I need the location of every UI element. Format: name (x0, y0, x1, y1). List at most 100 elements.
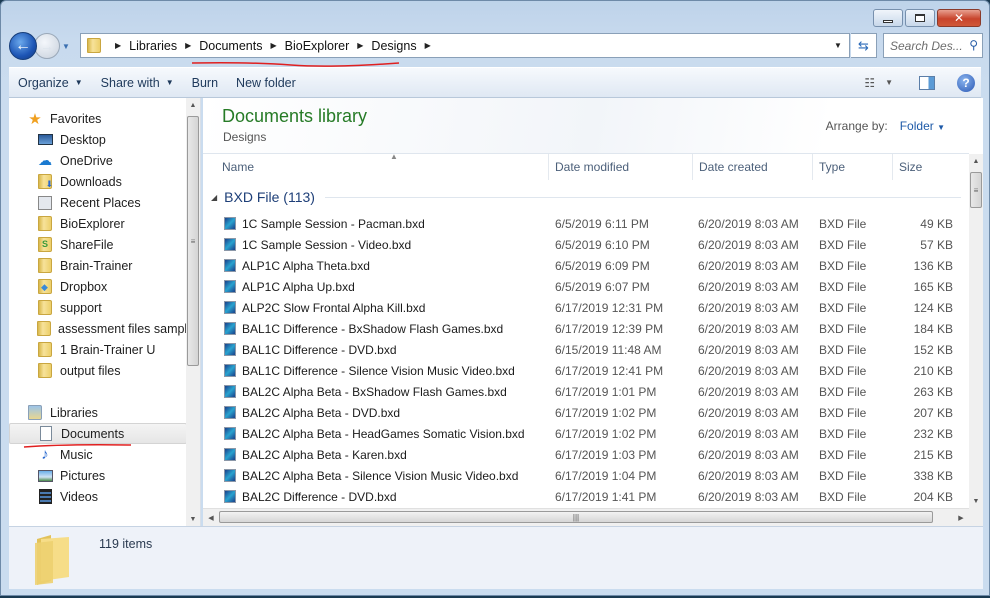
nav-favorite-item[interactable]: Recent Places (37, 192, 187, 213)
file-name: ALP2C Slow Frontal Alpha Kill.bxd (242, 300, 426, 315)
file-row[interactable]: ALP1C Alpha Theta.bxd 6/5/2019 6:09 PM 6/2… (203, 255, 969, 276)
dropdown-arrow-icon: ▼ (937, 123, 945, 132)
forward-arrow-icon: → (40, 38, 54, 54)
breadcrumb-separator-icon[interactable]: ▶ (270, 41, 276, 50)
nav-libraries[interactable]: Libraries (27, 402, 187, 423)
file-row[interactable]: BAL2C Difference - DVD.bxd 6/17/2019 1:41… (203, 486, 969, 507)
breadcrumb-separator-icon[interactable]: ▶ (115, 41, 121, 50)
nav-favorite-item[interactable]: Brain-Trainer (37, 255, 187, 276)
file-row[interactable]: BAL2C Alpha Beta - Silence Vision Music … (203, 465, 969, 486)
breadcrumb-documents[interactable]: Documents (199, 39, 262, 53)
file-date-created: 6/20/2019 8:03 AM (698, 258, 799, 273)
file-name: ALP1C Alpha Up.bxd (242, 279, 355, 294)
nav-favorite-item[interactable]: ⬇ Downloads (37, 171, 187, 192)
search-input[interactable]: Search Des... ⚲ (883, 33, 983, 58)
nav-favorite-item[interactable]: ☁ OneDrive (37, 150, 187, 171)
breadcrumb-designs[interactable]: Designs (371, 39, 416, 53)
nav-favorite-item[interactable]: BioExplorer (37, 213, 187, 234)
address-bar[interactable]: ▶ Libraries ▶ Documents ▶ BioExplorer ▶ … (80, 33, 850, 58)
maximize-button[interactable] (905, 9, 935, 27)
help-icon[interactable]: ? (957, 73, 975, 92)
forward-button[interactable]: → (34, 33, 60, 59)
nav-favorites[interactable]: ★ Favorites (27, 108, 187, 129)
nav-favorite-item[interactable]: assessment files sample (37, 318, 187, 339)
nav-favorite-item[interactable]: output files (37, 360, 187, 381)
nav-library-item[interactable]: Videos (37, 486, 187, 507)
scroll-up-icon[interactable]: ▲ (186, 98, 200, 112)
close-button[interactable]: ✕ (937, 9, 981, 27)
breadcrumb-separator-icon[interactable]: ▶ (357, 41, 363, 50)
scroll-up-icon[interactable]: ▲ (969, 154, 983, 168)
scroll-left-icon[interactable]: ◀ (203, 509, 219, 526)
file-size: 165 KB (913, 279, 953, 294)
scroll-down-icon[interactable]: ▼ (186, 512, 200, 526)
scroll-thumb[interactable]: ≡ (187, 116, 199, 366)
file-row[interactable]: BAL2C Alpha Beta - BxShadow Flash Games.… (203, 381, 969, 402)
file-row[interactable]: BAL1C Difference - Silence Vision Music … (203, 360, 969, 381)
library-title: Documents library (222, 106, 368, 126)
breadcrumb-separator-icon[interactable]: ▶ (425, 41, 431, 50)
navigation-tree: ★ Favorites Libraries Desktop ☁ OneDrive ⬇ D… (9, 98, 187, 526)
nav-favorite-item[interactable]: S ShareFile (37, 234, 187, 255)
nav-favorite-item[interactable]: 1 Brain-Trainer U (37, 339, 187, 360)
file-row[interactable]: BAL1C Difference - BxShadow Flash Games.… (203, 318, 969, 339)
file-date-created: 6/20/2019 8:03 AM (698, 342, 799, 357)
file-row[interactable]: BAL2C Alpha Beta - DVD.bxd 6/17/2019 1:02… (203, 402, 969, 423)
horizontal-scrollbar[interactable]: ◀ ||| ▶ (203, 508, 969, 526)
organize-button[interactable]: Organize ▼ (9, 68, 92, 97)
collapse-group-icon[interactable]: ◢ (211, 193, 217, 202)
nav-vertical-scrollbar[interactable]: ▲ ≡ ▼ (186, 98, 200, 526)
breadcrumb-separator-icon[interactable]: ▶ (185, 41, 191, 50)
horizontal-scroll-thumb[interactable]: ||| (219, 511, 933, 523)
scroll-thumb[interactable]: ≡ (970, 172, 982, 208)
burn-button[interactable]: Burn (183, 68, 227, 97)
nav-favorite-item[interactable]: ◆ Dropbox (37, 276, 187, 297)
minimize-button[interactable] (873, 9, 903, 27)
scrollbar-track[interactable]: ▲ ≡ ▼ (969, 154, 983, 508)
file-size: 207 KB (913, 405, 953, 420)
nav-library-item[interactable]: Pictures (37, 465, 187, 486)
column-header-type[interactable]: Type (813, 154, 893, 180)
nav-favorites-label: Favorites (50, 111, 102, 126)
scroll-right-icon[interactable]: ▶ (953, 509, 969, 526)
nav-favorite-item[interactable]: support (37, 297, 187, 318)
file-row[interactable]: ALP2C Slow Frontal Alpha Kill.bxd 6/17/20… (203, 297, 969, 318)
back-button[interactable]: ← (9, 32, 37, 60)
arrange-by: Arrange by: Folder ▼ (826, 119, 945, 133)
group-header[interactable]: ◢ BXD File (113) (211, 187, 961, 207)
file-date-created: 6/20/2019 8:03 AM (698, 321, 799, 336)
column-header-date-modified[interactable]: Date modified (549, 154, 693, 180)
share-with-button[interactable]: Share with ▼ (92, 68, 183, 97)
file-row[interactable]: 1C Sample Session - Pacman.bxd 6/5/2019 6… (203, 213, 969, 234)
column-header-name[interactable]: Name ▲ (216, 152, 549, 180)
file-type: BXD File (819, 279, 867, 294)
file-row[interactable]: 1C Sample Session - Video.bxd 6/5/2019 6:… (203, 234, 969, 255)
file-row[interactable]: BAL1C Difference - DVD.bxd 6/15/2019 11:4… (203, 339, 969, 360)
file-row[interactable]: ALP1C Alpha Up.bxd 6/5/2019 6:07 PM 6/20/2… (203, 276, 969, 297)
refresh-button[interactable]: ⇆ (851, 33, 877, 58)
new-folder-button[interactable]: New folder (227, 68, 305, 97)
change-view-button[interactable]: ☷ ▼ (864, 76, 893, 90)
file-row[interactable]: BAL2C Alpha Beta - Karen.bxd 6/17/2019 1:… (203, 444, 969, 465)
library-header: Documents library Designs Arrange by: Fo… (203, 98, 983, 153)
arrange-by-dropdown[interactable]: Folder ▼ (900, 119, 945, 133)
file-date-modified: 6/5/2019 6:11 PM (555, 216, 649, 231)
preview-pane-icon[interactable] (919, 75, 935, 90)
breadcrumb: ▶ Libraries ▶ Documents ▶ BioExplorer ▶ … (107, 39, 439, 53)
nav-favorite-item[interactable]: Desktop (37, 129, 187, 150)
command-bar: Organize ▼ Share with ▼ Burn New folder ☷ ▼… (9, 67, 981, 98)
nav-library-item[interactable]: Documents (9, 423, 187, 444)
recent-pages-dropdown[interactable]: ▼ (62, 42, 74, 51)
scroll-down-icon[interactable]: ▼ (969, 494, 983, 508)
file-list-vertical-scrollbar[interactable]: ▲ ≡ ▼ (969, 154, 983, 508)
bxd-file-icon (224, 322, 236, 335)
column-date-modified-label: Date modified (555, 160, 630, 174)
file-name: BAL1C Difference - DVD.bxd (242, 342, 397, 357)
address-history-dropdown[interactable]: ▼ (827, 34, 849, 57)
breadcrumb-libraries[interactable]: Libraries (129, 39, 177, 53)
file-row[interactable]: BAL2C Alpha Beta - HeadGames Somatic Vis… (203, 423, 969, 444)
new-folder-label: New folder (236, 75, 296, 90)
column-header-size[interactable]: Size (893, 154, 969, 180)
column-header-date-created[interactable]: Date created (693, 154, 813, 180)
breadcrumb-bioexplorer[interactable]: BioExplorer (285, 39, 350, 53)
